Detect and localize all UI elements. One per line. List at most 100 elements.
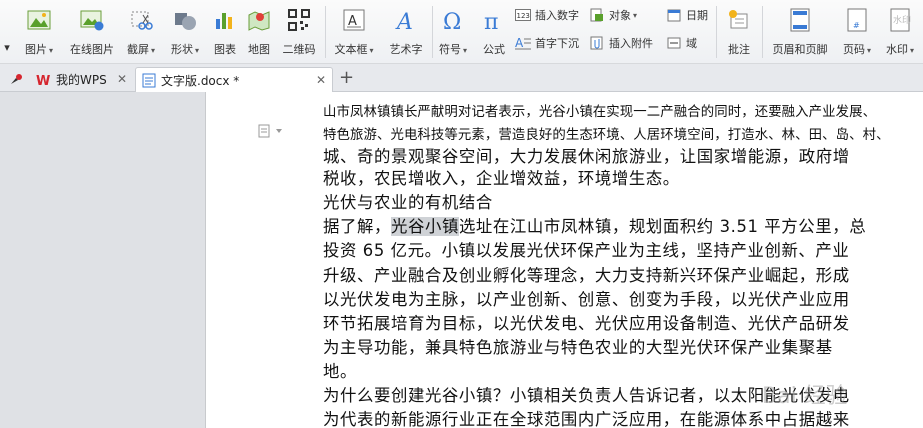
text-segment: 据了解， <box>323 217 391 236</box>
textbox-button[interactable]: A 文本框 ▾ <box>330 0 378 62</box>
formula-label: 公式 <box>483 43 505 56</box>
tab-my-wps[interactable]: W 我的WPS ✕ <box>30 67 133 92</box>
selected-text[interactable]: 光谷小镇 <box>390 217 459 236</box>
date-label: 日期 <box>686 9 708 22</box>
date-button[interactable]: 日期 <box>666 6 708 24</box>
comment-button[interactable]: 批注 <box>721 0 757 62</box>
screenshot-button[interactable]: 截屏 ▾ <box>124 0 158 62</box>
insert-number-label: 插入数字 <box>535 9 579 22</box>
watermark-button[interactable]: 水印 水印 ▾ <box>880 0 920 62</box>
text-line: 地。 <box>323 362 357 381</box>
wordart-icon: A <box>393 7 419 33</box>
text-segment: 选址在江山市凤林镇，规划面积约 3.51 平方公里，总 <box>458 217 867 236</box>
shapes-label: 形状 <box>170 43 193 56</box>
object-button[interactable]: 对象 ▾ <box>589 6 637 24</box>
text-line: 城、奇的景观聚谷空间，大力发展休闲旅游业，让国家增能源，政府增 <box>323 147 850 166</box>
svg-text:π: π <box>484 10 498 32</box>
baidu-watermark: Bai 经验 <box>762 384 848 409</box>
ribbon-separator <box>432 6 433 58</box>
text-line: 环节拓展培育为目标，以光伏发电、光伏应用设备制造、光伏产品研发 <box>323 314 850 333</box>
comment-icon <box>726 7 752 33</box>
svg-text:W: W <box>36 74 50 87</box>
text-line: 投资 65 亿元。小镇以发展光伏环保产业为主线，坚持产业创新、产业 <box>323 241 850 260</box>
svg-text:水印: 水印 <box>893 14 911 26</box>
watermark-icon: 水印 <box>887 7 913 33</box>
field-button[interactable]: 域 <box>666 34 697 52</box>
text-line: 特色旅游、光电科技等元素，营造良好的生态环境、人居环境空间，打造水、林、田、岛、… <box>323 128 890 143</box>
header-footer-label: 页眉和页脚 <box>772 43 828 56</box>
svg-text:Ω: Ω <box>443 10 461 32</box>
page-number-button[interactable]: # 页码 ▾ <box>838 0 876 62</box>
online-picture-label: 在线图片 <box>70 43 114 56</box>
shapes-icon <box>172 7 198 33</box>
online-picture-button[interactable]: 在线图片 <box>66 0 118 62</box>
textbox-icon: A <box>341 7 367 33</box>
insert-attachment-button[interactable]: 插入附件 <box>589 34 653 52</box>
close-icon[interactable]: ✕ <box>316 73 326 87</box>
scissors-icon <box>128 7 154 33</box>
comment-label: 批注 <box>728 43 750 56</box>
online-picture-icon <box>79 7 105 33</box>
pi-icon: π <box>481 7 507 33</box>
dropcap-button[interactable]: A 首字下沉 <box>515 34 579 52</box>
wordart-label: 艺术字 <box>389 43 423 56</box>
insert-attachment-label: 插入附件 <box>609 37 653 50</box>
paperclip-icon <box>589 36 605 50</box>
picture-icon <box>26 7 52 33</box>
qrcode-button[interactable]: 二维码 <box>280 0 318 62</box>
ribbon-toolbar: ▾ 图片 ▾ 在线图片 截屏 ▾ 形状 ▾ 图表 地图 二维码 A 文本框 ▾ … <box>0 0 923 64</box>
dropcap-icon: A <box>515 36 531 50</box>
omega-icon: Ω <box>440 7 466 33</box>
tab-label: 文字版.docx * <box>161 73 240 88</box>
document-icon <box>142 73 156 88</box>
page-number-label: 页码 <box>842 43 865 56</box>
qrcode-icon <box>286 7 312 33</box>
wps-logo-icon: W <box>36 73 52 87</box>
map-icon <box>246 7 272 33</box>
field-label: 域 <box>686 37 697 50</box>
map-button[interactable]: 地图 <box>244 0 274 62</box>
textbox-label: 文本框 <box>334 43 368 56</box>
header-footer-icon <box>787 7 813 33</box>
picture-button[interactable]: 图片 ▾ <box>22 0 56 62</box>
paragraph-handle-icon[interactable] <box>258 123 284 142</box>
field-icon <box>666 36 682 50</box>
screenshot-label: 截屏 <box>126 43 149 56</box>
page-number-icon: # <box>844 7 870 33</box>
object-label: 对象 <box>609 9 631 22</box>
insert-number-button[interactable]: 123 插入数字 <box>515 6 579 24</box>
calendar-icon <box>666 8 682 22</box>
text-line: 税收，农民增收入，企业增效益，环境增生态。 <box>323 169 680 188</box>
text-line: 据了解，光谷小镇选址在江山市凤林镇，规划面积约 3.51 平方公里，总 <box>323 213 866 237</box>
chart-button[interactable]: 图表 <box>210 0 240 62</box>
map-label: 地图 <box>248 43 270 56</box>
document-tab-bar: W 我的WPS ✕ 文字版.docx * ✕ + <box>0 64 923 92</box>
shapes-button[interactable]: 形状 ▾ <box>167 0 203 62</box>
picture-label: 图片 <box>24 43 47 56</box>
number-icon: 123 <box>515 8 531 22</box>
wordart-button[interactable]: A 艺术字 <box>386 0 426 62</box>
new-tab-icon[interactable]: + <box>339 67 354 88</box>
ribbon-separator <box>762 6 763 58</box>
close-icon[interactable]: ✕ <box>117 72 127 86</box>
formula-button[interactable]: π 公式 <box>478 0 510 62</box>
pin-icon[interactable] <box>8 71 24 90</box>
qrcode-label: 二维码 <box>282 43 316 56</box>
object-icon <box>589 8 605 22</box>
section-heading: 光伏与农业的有机结合 <box>323 193 493 212</box>
text-line: 以光伏发电为主脉，以产业创新、创意、创变为手段，以光伏产业应用 <box>323 290 850 309</box>
symbol-label: 符号 <box>438 43 461 56</box>
watermark-label: 水印 <box>885 43 908 56</box>
svg-text:#: # <box>853 21 860 30</box>
header-footer-button[interactable]: 页眉和页脚 <box>766 0 834 62</box>
chart-icon <box>212 7 238 33</box>
ribbon-cut-off-button[interactable]: ▾ <box>0 0 14 62</box>
svg-text:A: A <box>395 10 413 32</box>
ribbon-separator <box>325 6 326 58</box>
symbol-button[interactable]: Ω 符号 ▾ <box>436 0 470 62</box>
tab-document[interactable]: 文字版.docx * ✕ <box>135 67 333 92</box>
tab-label: 我的WPS <box>56 73 107 87</box>
ribbon-separator <box>716 6 717 58</box>
svg-text:A: A <box>515 36 524 50</box>
dropcap-label: 首字下沉 <box>535 37 579 50</box>
